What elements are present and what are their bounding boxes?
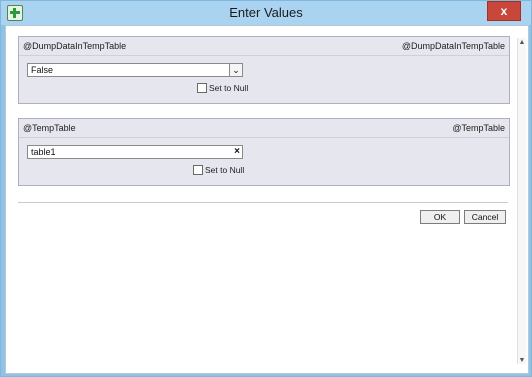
close-button[interactable]: x [487, 1, 521, 21]
chevron-down-icon[interactable]: ⌄ [229, 64, 242, 76]
param-name-right: @DumpDataInTempTable [401, 41, 505, 51]
param-panel-temptable: @TempTable @TempTable table1 × Set to Nu… [18, 118, 510, 186]
close-icon: x [500, 4, 508, 18]
param-header: @DumpDataInTempTable @DumpDataInTempTabl… [19, 37, 509, 56]
selected-value: False [31, 65, 54, 75]
param-header: @TempTable @TempTable [19, 119, 509, 138]
set-null-label: Set to Null [209, 83, 249, 93]
scroll-up-icon[interactable]: ▲ [518, 38, 526, 46]
set-null-row[interactable]: Set to Null [197, 83, 248, 93]
temptable-input[interactable]: table1 × [27, 145, 243, 159]
divider [18, 202, 508, 203]
input-value: table1 [31, 147, 56, 157]
vertical-scrollbar[interactable]: ▲ ▼ [517, 38, 526, 364]
param-name-right: @TempTable [452, 123, 505, 133]
set-null-checkbox[interactable] [197, 83, 207, 93]
dumpdata-select[interactable]: False ⌄ [27, 63, 243, 77]
set-null-checkbox[interactable] [193, 165, 203, 175]
dialog-title: Enter Values [229, 5, 303, 20]
param-name-left: @DumpDataInTempTable [23, 41, 127, 51]
param-name-left: @TempTable [23, 123, 76, 133]
set-null-row[interactable]: Set to Null [193, 165, 244, 175]
enter-values-dialog: Enter Values x @DumpDataInTempTable @Dum… [0, 0, 532, 377]
scroll-down-icon[interactable]: ▼ [518, 356, 526, 364]
cancel-button[interactable]: Cancel [464, 210, 506, 224]
set-null-label: Set to Null [205, 165, 245, 175]
clear-icon[interactable]: × [234, 146, 240, 158]
param-panel-dumpdata: @DumpDataInTempTable @DumpDataInTempTabl… [18, 36, 510, 104]
dialog-content: @DumpDataInTempTable @DumpDataInTempTabl… [5, 25, 529, 374]
title-bar[interactable]: Enter Values x [1, 1, 531, 25]
ok-button[interactable]: OK [420, 210, 460, 224]
